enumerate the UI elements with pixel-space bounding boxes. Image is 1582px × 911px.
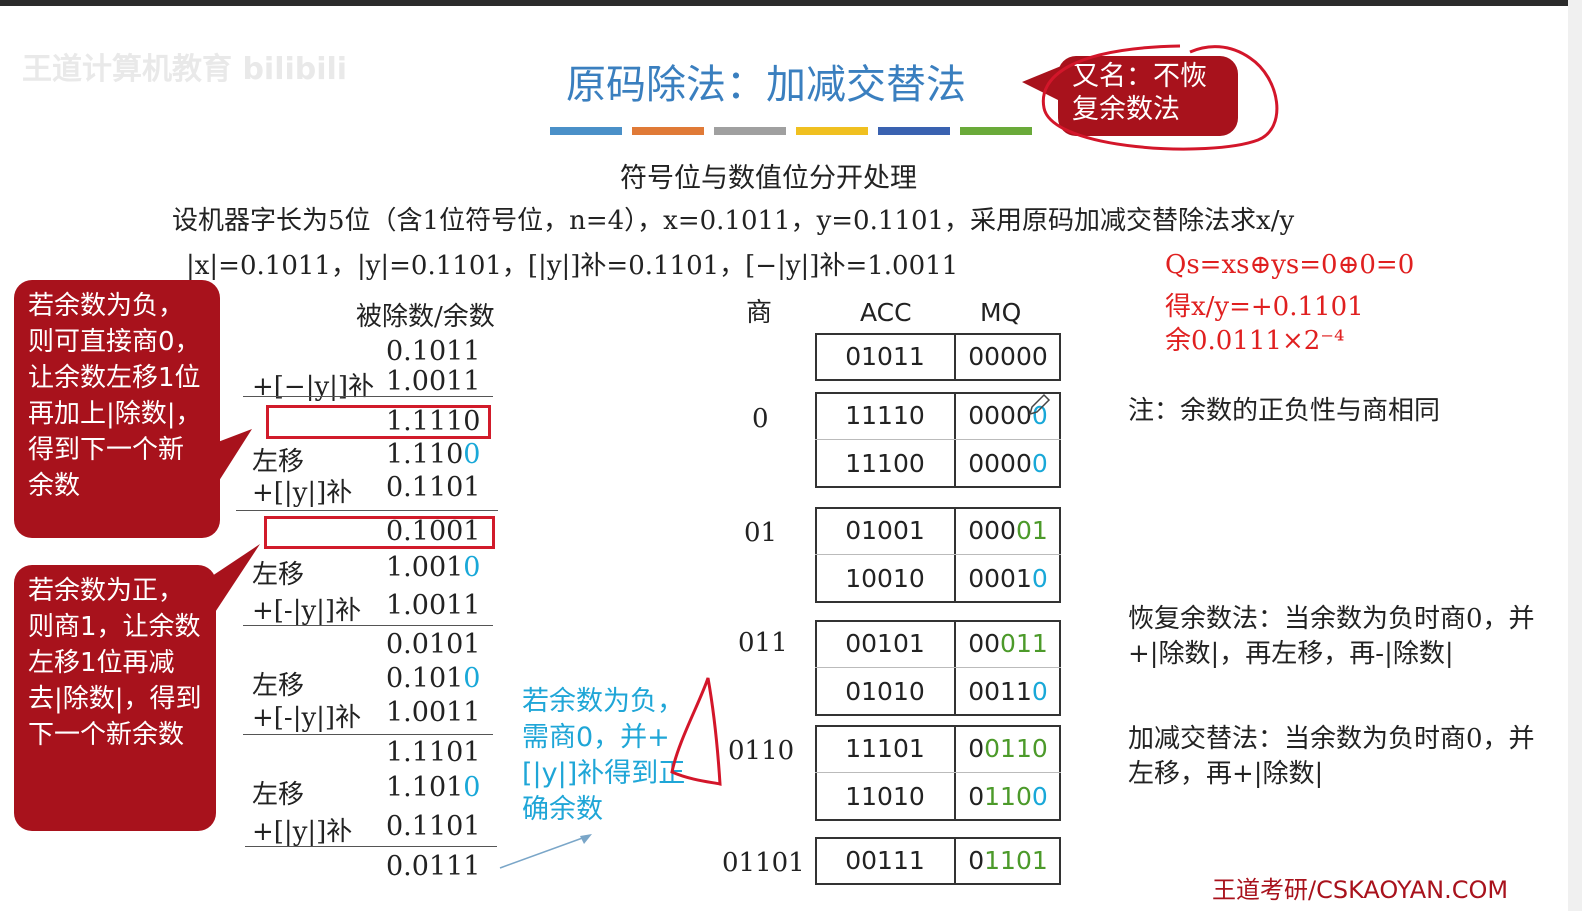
step-label: +[-|y|]补 xyxy=(252,596,362,626)
acc-cell: 10010 xyxy=(845,564,925,593)
step-label: 左移 xyxy=(252,560,305,590)
quotient-value: 0 xyxy=(752,404,769,434)
result-remainder: 余0.0111×2⁻⁴ xyxy=(1165,326,1345,356)
color-bar-segment xyxy=(960,127,1032,135)
mq-cell: 01101 xyxy=(968,846,1048,875)
step-value: 0.1011 xyxy=(386,336,481,367)
hand-drawn-mark xyxy=(670,677,722,786)
step-rule-5 xyxy=(245,846,497,847)
acc-cell: 11100 xyxy=(845,449,925,478)
color-bar-segment xyxy=(550,127,622,135)
mq-cell: 00110 xyxy=(968,677,1048,706)
highlight-box-negative xyxy=(266,405,491,439)
acc-cell: 01011 xyxy=(845,342,925,371)
result-quotient: 得x/y=+0.1101 xyxy=(1165,292,1364,322)
step-value: 0.1101 xyxy=(386,472,481,503)
header-dividend: 被除数/余数 xyxy=(356,302,495,332)
register-divider xyxy=(954,620,956,716)
step-label: 左移 xyxy=(252,780,305,810)
register-row-divider xyxy=(815,772,1061,773)
register-row-divider xyxy=(815,554,1061,555)
header-quotient: 商 xyxy=(746,298,773,328)
acc-cell: 00111 xyxy=(845,846,925,875)
note-sign: 注：余数的正负性与商相同 xyxy=(1128,396,1441,426)
values-line: |x|=0.1011，|y|=0.1101，[|y|]补=0.1101，[−|y… xyxy=(186,251,959,281)
title-color-bar xyxy=(550,127,1032,135)
step-value: 0.1010 xyxy=(386,663,481,694)
step-value: 1.0010 xyxy=(386,552,481,583)
right-edge xyxy=(1568,0,1582,911)
step-rule-3 xyxy=(243,625,493,626)
step-label: +[|y|]补 xyxy=(252,478,353,508)
color-bar-segment xyxy=(878,127,950,135)
mq-cell: 00011 xyxy=(968,629,1048,658)
step-rule-4 xyxy=(243,734,493,735)
problem-statement: 设机器字长为5位（含1位符号位，n=4），x=0.1011，y=0.1101，采… xyxy=(172,206,1295,236)
step-value: 1.0011 xyxy=(386,590,481,621)
footer-brand: 王道考研/CSKAOYAN.COM xyxy=(1212,876,1509,904)
register-divider xyxy=(954,837,956,885)
step-value: 1.1100 xyxy=(386,439,481,470)
step-value: 0.0111 xyxy=(386,851,481,882)
color-bar-segment xyxy=(632,127,704,135)
register-divider xyxy=(954,725,956,821)
mq-cell: 00001 xyxy=(968,516,1048,545)
acc-cell: 11010 xyxy=(845,782,925,811)
step-label: +[−|y|]补 xyxy=(252,372,375,402)
step-value: 1.1010 xyxy=(386,772,481,803)
step-rule-2 xyxy=(236,510,498,511)
register-row-divider xyxy=(815,667,1061,668)
quotient-value: 011 xyxy=(738,628,788,658)
pencil-icon xyxy=(1028,393,1051,416)
subtitle: 符号位与数值位分开处理 xyxy=(620,163,917,194)
highlight-box-positive xyxy=(264,516,495,549)
acc-cell: 11101 xyxy=(845,734,925,763)
step-rule-1 xyxy=(243,396,493,397)
quotient-value: 01101 xyxy=(722,848,805,878)
step-value: 0.0101 xyxy=(386,629,481,660)
slide-title: 原码除法：加减交替法 xyxy=(566,62,966,108)
mq-cell: 00110 xyxy=(968,734,1048,763)
bubble-positive-remainder: 若余数为正，则商1，让余数左移1位再减去|除数|，得到下一个新余数 xyxy=(14,565,216,831)
acc-cell: 00101 xyxy=(845,629,925,658)
mq-cell: 01100 xyxy=(968,782,1048,811)
step-label: +[-|y|]补 xyxy=(252,703,362,733)
hand-drawn-circle xyxy=(1041,44,1279,151)
step-value: 1.0011 xyxy=(386,366,481,397)
note-restore: 恢复余数法：当余数为负时商0，并+|除数|，再左移，再-|除数| xyxy=(1128,604,1535,669)
result-sign: Qs=xs⊕ys=0⊕0=0 xyxy=(1165,250,1415,280)
step-value: 1.1101 xyxy=(386,737,481,768)
header-mq: MQ xyxy=(980,298,1022,327)
register-divider xyxy=(954,333,956,381)
watermark: 王道计算机教育 bilibili xyxy=(22,52,348,87)
bubble-negative-remainder: 若余数为负，则可直接商0，让余数左移1位再加上|除数|，得到下一个新余数 xyxy=(14,280,220,538)
quotient-value: 0110 xyxy=(728,736,795,766)
register-divider xyxy=(954,507,956,603)
bubble-negative-pointer xyxy=(210,429,252,495)
top-bar xyxy=(0,0,1582,6)
mq-cell: 00010 xyxy=(968,564,1048,593)
acc-cell: 01001 xyxy=(845,516,925,545)
acc-cell: 11110 xyxy=(845,401,925,430)
note-alternate: 加减交替法：当余数为负时商0，并左移，再+|除数| xyxy=(1128,724,1535,789)
mq-cell: 00000 xyxy=(968,449,1048,478)
register-row-divider xyxy=(815,439,1061,440)
step-value: 0.1101 xyxy=(386,811,481,842)
cyan-arrow xyxy=(499,834,592,869)
mq-cell: 00000 xyxy=(968,342,1048,371)
color-bar-segment xyxy=(796,127,868,135)
color-bar-segment xyxy=(714,127,786,135)
step-value: 1.0011 xyxy=(386,697,481,728)
quotient-value: 01 xyxy=(744,518,778,548)
header-acc: ACC xyxy=(860,298,912,327)
acc-cell: 01010 xyxy=(845,677,925,706)
step-label: +[|y|]补 xyxy=(252,817,353,847)
register-divider xyxy=(954,392,956,488)
